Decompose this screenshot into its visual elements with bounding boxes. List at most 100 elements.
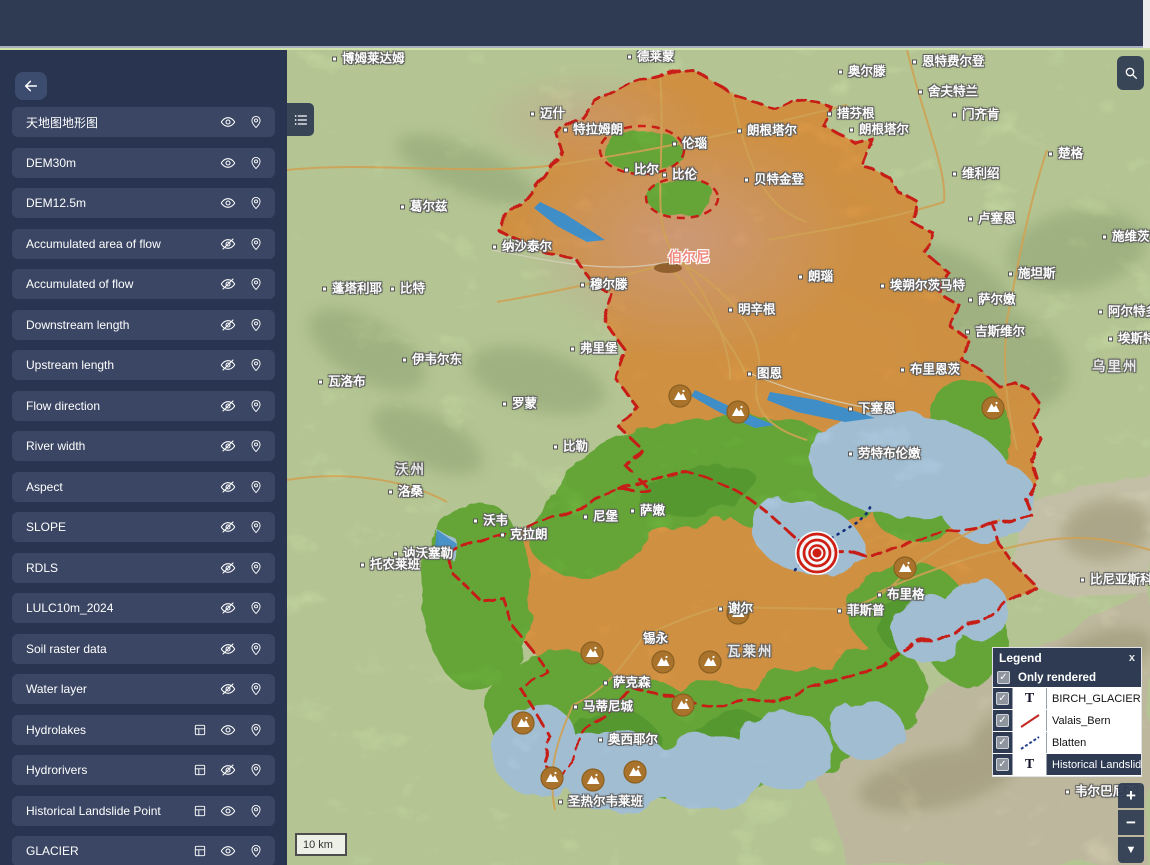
map-search-button[interactable] <box>1117 56 1144 90</box>
eye-icon[interactable] <box>220 195 236 211</box>
eye-icon[interactable] <box>220 114 236 130</box>
attribute-table-icon[interactable] <box>193 723 207 737</box>
layer-item[interactable]: Historical Landslide Point <box>12 796 275 826</box>
landslide-point-marker[interactable] <box>727 401 749 423</box>
scrollbar-strip[interactable] <box>1143 0 1150 48</box>
eye-icon[interactable] <box>220 722 236 738</box>
location-pin-icon[interactable] <box>249 642 263 656</box>
layer-item-icons <box>193 762 263 778</box>
legend-close-button[interactable]: x <box>1129 653 1135 664</box>
layer-item[interactable]: Soil raster data <box>12 634 275 664</box>
eye-slash-icon[interactable] <box>220 641 236 657</box>
location-pin-icon[interactable] <box>249 237 263 251</box>
attribute-table-icon[interactable] <box>193 844 207 858</box>
location-pin-icon[interactable] <box>249 601 263 615</box>
location-pin-icon[interactable] <box>249 520 263 534</box>
eye-icon[interactable] <box>220 843 236 859</box>
attribute-table-icon[interactable] <box>193 804 207 818</box>
landslide-point-marker[interactable] <box>541 767 563 789</box>
location-pin-icon[interactable] <box>249 115 263 129</box>
location-pin-icon[interactable] <box>249 723 263 737</box>
legend-checkbox[interactable]: ✓ <box>996 714 1009 727</box>
location-pin-icon[interactable] <box>249 439 263 453</box>
location-pin-icon[interactable] <box>249 804 263 818</box>
landslide-point-marker[interactable] <box>582 769 604 791</box>
eye-slash-icon[interactable] <box>220 519 236 535</box>
landslide-point-marker[interactable] <box>894 557 916 579</box>
layer-item-label: Water layer <box>26 682 220 696</box>
eye-slash-icon[interactable] <box>220 600 236 616</box>
map-scalebar: 10 km <box>295 833 347 856</box>
selected-landslide-target-marker[interactable] <box>795 531 839 575</box>
legend-checkbox[interactable]: ✓ <box>996 692 1009 705</box>
layer-item[interactable]: River width <box>12 431 275 461</box>
landslide-point-marker[interactable] <box>699 651 721 673</box>
landslide-point-marker[interactable] <box>669 385 691 407</box>
scalebar-label: 10 km <box>303 839 333 851</box>
layer-item[interactable]: Accumulated of flow <box>12 269 275 299</box>
layer-item[interactable]: Downstream length <box>12 310 275 340</box>
layer-item[interactable]: DEM30m <box>12 148 275 178</box>
eye-slash-icon[interactable] <box>220 317 236 333</box>
location-pin-icon[interactable] <box>249 277 263 291</box>
eye-slash-icon[interactable] <box>220 438 236 454</box>
location-pin-icon[interactable] <box>249 318 263 332</box>
eye-slash-icon[interactable] <box>220 357 236 373</box>
eye-slash-icon[interactable] <box>220 762 236 778</box>
location-pin-icon[interactable] <box>249 358 263 372</box>
location-pin-icon[interactable] <box>249 561 263 575</box>
location-pin-icon[interactable] <box>249 399 263 413</box>
layer-item[interactable]: GLACIER <box>12 836 275 865</box>
location-pin-icon[interactable] <box>249 844 263 858</box>
layer-item[interactable]: LULC10m_2024 <box>12 593 275 623</box>
legend-checkbox[interactable]: ✓ <box>996 758 1009 771</box>
landslide-point-marker[interactable] <box>512 712 534 734</box>
landslide-point-marker[interactable] <box>581 642 603 664</box>
layer-item[interactable]: 天地图地形图 <box>12 107 275 137</box>
layer-item[interactable]: DEM12.5m <box>12 188 275 218</box>
location-pin-icon[interactable] <box>249 196 263 210</box>
back-button[interactable] <box>15 72 47 100</box>
eye-icon[interactable] <box>220 155 236 171</box>
layer-item[interactable]: Accumulated area of flow <box>12 229 275 259</box>
layer-item-icons <box>220 114 263 130</box>
map-canvas[interactable]: 博姆莱达姆德莱蒙奥尔滕恩特费尔登舍夫特兰门齐肯迈什措芬根朗根塔尔朗根塔尔特拉姆朗… <box>287 50 1150 865</box>
zoom-in-button[interactable]: + <box>1118 783 1144 808</box>
legend-only-rendered-row: ✓ Only rendered <box>993 668 1141 687</box>
landslide-point-marker[interactable] <box>727 602 749 624</box>
layer-item[interactable]: Aspect <box>12 472 275 502</box>
location-pin-icon[interactable] <box>249 682 263 696</box>
layer-item[interactable]: RDLS <box>12 553 275 583</box>
layer-item-label: Accumulated of flow <box>26 277 220 291</box>
landslide-point-marker[interactable] <box>672 694 694 716</box>
layer-item-icons <box>220 195 263 211</box>
location-pin-icon[interactable] <box>249 156 263 170</box>
location-pin-icon[interactable] <box>249 480 263 494</box>
layer-item[interactable]: SLOPE <box>12 512 275 542</box>
landslide-point-marker[interactable] <box>624 761 646 783</box>
layer-item-icons <box>220 560 263 576</box>
location-pin-icon[interactable] <box>249 763 263 777</box>
pan-down-button[interactable]: ▼ <box>1118 837 1144 863</box>
eye-slash-icon[interactable] <box>220 560 236 576</box>
eye-slash-icon[interactable] <box>220 479 236 495</box>
landslide-point-marker[interactable] <box>652 651 674 673</box>
eye-slash-icon[interactable] <box>220 236 236 252</box>
layer-item[interactable]: Hydrorivers <box>12 755 275 785</box>
legend-checkbox[interactable]: ✓ <box>996 736 1009 749</box>
eye-slash-icon[interactable] <box>220 276 236 292</box>
layer-item[interactable]: Upstream length <box>12 350 275 380</box>
layer-item[interactable]: Flow direction <box>12 391 275 421</box>
layer-item[interactable]: Water layer <box>12 674 275 704</box>
attribute-table-icon[interactable] <box>193 763 207 777</box>
eye-slash-icon[interactable] <box>220 398 236 414</box>
layer-panel-toggle-button[interactable] <box>287 103 314 136</box>
landslide-point-marker[interactable] <box>982 397 1004 419</box>
zoom-out-button[interactable]: − <box>1118 810 1144 835</box>
layer-list: 天地图地形图 DEM30m DEM12.5m Accumulated area of … <box>0 107 287 865</box>
eye-icon[interactable] <box>220 803 236 819</box>
layer-item[interactable]: Hydrolakes <box>12 715 275 745</box>
eye-slash-icon[interactable] <box>220 681 236 697</box>
layer-item-icons <box>193 722 263 738</box>
only-rendered-checkbox[interactable]: ✓ <box>997 671 1010 684</box>
